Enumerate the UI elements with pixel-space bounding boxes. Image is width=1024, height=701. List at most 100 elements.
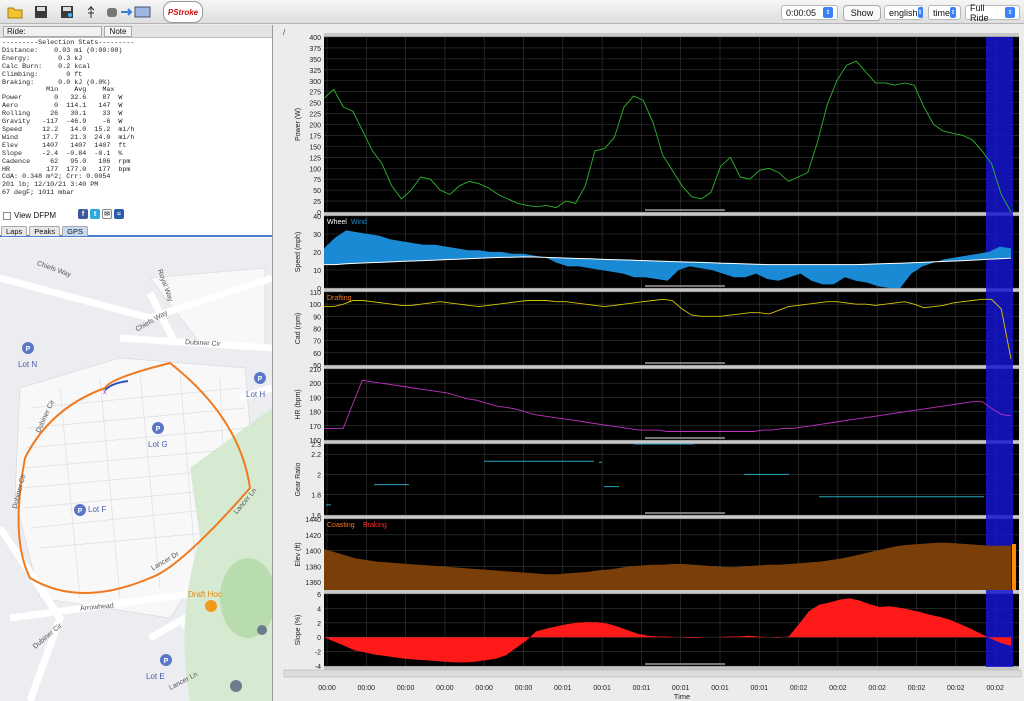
svg-text:P: P: [78, 508, 83, 515]
y-tick-label: -2: [315, 650, 321, 657]
x-tick-label: 00:01: [633, 685, 651, 692]
y-tick-label: 1400: [305, 549, 321, 556]
svg-text:P: P: [258, 376, 263, 383]
time-field[interactable]: 0:00:05 ⇕: [781, 5, 838, 20]
device-transfer-icon[interactable]: [104, 2, 154, 22]
x-tick-label: 00:01: [672, 685, 690, 692]
panel-resize-handle: [645, 437, 725, 439]
y-tick-label: 1420: [305, 533, 321, 540]
x-axis-label: Time: [674, 692, 690, 701]
y-tick-label: 110: [310, 290, 321, 297]
y-tick-label: 4: [317, 606, 321, 613]
save-as-icon[interactable]: [58, 2, 76, 22]
x-tick-label: 00:01: [751, 685, 769, 692]
y-tick-label: 1.8: [311, 493, 321, 500]
x-tick-label: 00:00: [397, 685, 415, 692]
legend-entry: Drafting: [327, 295, 352, 302]
tab-bar: Laps Peaks GPS: [0, 226, 272, 237]
usb-icon[interactable]: [84, 2, 98, 22]
xaxis-select[interactable]: time ⇕: [928, 5, 961, 20]
upload-icon[interactable]: ≈: [114, 209, 124, 219]
y-tick-label: 75: [313, 177, 321, 184]
x-tick-label: 00:02: [829, 685, 847, 692]
y-tick-label: 2: [317, 621, 321, 628]
panel-resize-handle: [645, 285, 725, 287]
y-tick-label: 400: [309, 35, 321, 42]
svg-text:P: P: [26, 346, 31, 353]
y-tick-label: 2.2: [311, 452, 321, 459]
y-tick-label: 300: [309, 79, 321, 86]
y-tick-label: 170: [309, 424, 321, 431]
view-dfpm-label: View DFPM: [14, 211, 57, 220]
y-tick-label: 2.3: [311, 442, 321, 449]
panel-resize-handle: [645, 209, 725, 211]
y-tick-label: 30: [313, 232, 321, 239]
y-tick-label: 200: [309, 381, 321, 388]
selection-stats: ---------Selection Stats--------- Distanc…: [0, 39, 134, 230]
gps-map[interactable]: x PPP PP Chiefs Way Royal Way Chiefs Way Du…: [0, 238, 272, 701]
y-tick-label: 375: [309, 46, 321, 53]
facebook-icon[interactable]: f: [78, 209, 88, 219]
y-tick-label: 20: [313, 250, 321, 257]
x-tick-label: 00:02: [986, 685, 1004, 692]
x-tick-label: 00:02: [947, 685, 965, 692]
y-tick-label: 0: [317, 635, 321, 642]
map-poi-label: Draft Hoc: [188, 590, 222, 599]
y-axis-label: HR (bpm): [295, 389, 302, 419]
start-marker: x: [103, 389, 107, 396]
show-button[interactable]: Show: [843, 5, 881, 21]
map-lot-label: Lot E: [146, 672, 165, 681]
pstroke-logo: PStroke: [163, 1, 203, 23]
map-lot-label: Lot N: [18, 360, 38, 369]
email-icon[interactable]: ✉: [102, 209, 112, 219]
y-tick-label: 6: [317, 592, 321, 599]
x-tick-label: 00:02: [790, 685, 808, 692]
map-lot-label: Lot G: [148, 440, 168, 449]
tab-gps[interactable]: GPS: [62, 226, 88, 236]
legend-entry: Braking: [363, 522, 387, 529]
x-tick-label: 00:01: [554, 685, 572, 692]
x-tick-label: 00:00: [358, 685, 376, 692]
legend-entry: Wind: [351, 219, 367, 226]
ride-field[interactable]: Ride:: [3, 26, 102, 37]
legend-entry: Wheel: [327, 219, 347, 226]
y-axis-label: Gear Ratio: [295, 462, 302, 496]
save-icon[interactable]: [32, 2, 50, 22]
y-tick-label: 1440: [305, 517, 321, 524]
open-folder-icon[interactable]: [6, 2, 24, 22]
y-tick-label: 225: [309, 112, 321, 119]
y-tick-label: 180: [309, 410, 321, 417]
x-tick-label: 00:00: [318, 685, 336, 692]
panel-background: [324, 369, 1019, 440]
map-lot-label: Lot H: [246, 390, 266, 399]
range-select[interactable]: Full Ride ⇕: [965, 3, 1020, 23]
y-tick-label: 250: [309, 101, 321, 108]
y-tick-label: 275: [309, 90, 321, 97]
checkbox-box[interactable]: [3, 211, 11, 220]
units-select[interactable]: english ⇕: [884, 5, 923, 20]
panel-resize-handle: [645, 663, 725, 665]
panel-resize-handle: [645, 512, 725, 514]
y-tick-label: 100: [309, 166, 321, 173]
y-axis-label: Speed (mph): [295, 232, 302, 272]
twitter-icon[interactable]: t: [90, 209, 100, 219]
y-tick-label: 100: [309, 302, 321, 309]
tab-peaks[interactable]: Peaks: [29, 226, 61, 236]
graph-panel: / 400 375 350 325 300 275 250 225 200 175 150 125 10…: [274, 25, 1024, 701]
x-tick-label: 00:00: [436, 685, 454, 692]
map-lot-label: Lot F: [88, 505, 107, 514]
share-icons: f t ✉ ≈: [78, 209, 124, 219]
y-tick-label: 60: [313, 351, 321, 358]
y-tick-label: 175: [309, 133, 321, 140]
tab-laps[interactable]: Laps: [1, 226, 28, 236]
y-tick-label: 1380: [305, 564, 321, 571]
ride-graphs[interactable]: 4003753503253002752502252001751501251007…: [274, 25, 1024, 701]
y-tick-label: 325: [309, 68, 321, 75]
note-button[interactable]: Note: [104, 26, 132, 37]
svg-text:P: P: [156, 426, 161, 433]
y-axis-label: Elev (ft): [295, 542, 302, 566]
y-tick-label: 25: [313, 199, 321, 206]
y-axis-label: Slope (%): [295, 615, 302, 646]
y-axis-label: Cad (rpm): [295, 313, 302, 345]
view-dfpm-checkbox[interactable]: View DFPM: [3, 211, 56, 220]
